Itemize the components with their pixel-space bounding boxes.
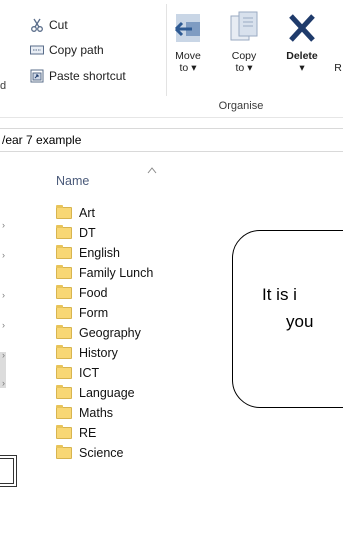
folder-item[interactable]: ICT (56, 363, 153, 383)
organise-group-label: Organise (218, 100, 264, 112)
folder-item[interactable]: Language (56, 383, 153, 403)
folder-label: ICT (79, 366, 100, 380)
overlay-frame (0, 455, 17, 487)
folder-label: Food (79, 286, 108, 300)
nav-expander[interactable]: › (2, 378, 5, 388)
folder-item[interactable]: Family Lunch (56, 263, 153, 283)
folder-item[interactable]: Form (56, 303, 153, 323)
folder-label: English (79, 246, 120, 260)
folder-item[interactable]: History (56, 343, 153, 363)
rename-button-fragment[interactable]: R (333, 62, 343, 74)
folder-icon (56, 305, 72, 319)
ribbon-separator (166, 4, 167, 96)
copy-path-button[interactable]: Copy path (30, 41, 104, 59)
folder-label: Art (79, 206, 95, 220)
copy-to-icon (227, 10, 263, 46)
folder-item[interactable]: Food (56, 283, 153, 303)
folder-label: Language (79, 386, 135, 400)
clipboard-group-label: d (0, 80, 7, 92)
paste-shortcut-label: Paste shortcut (49, 69, 126, 83)
scissors-icon (30, 18, 44, 32)
cut-label: Cut (49, 18, 68, 32)
callout-line-1: It is i (262, 285, 297, 304)
cut-button[interactable]: Cut (30, 16, 68, 34)
address-path: /ear 7 example (2, 133, 82, 147)
folder-item[interactable]: Art (56, 203, 153, 223)
rename-label: R (334, 62, 342, 74)
nav-expander[interactable]: › (2, 250, 5, 260)
ribbon: Cut Copy path Paste shortcut d Move to ▾ (0, 0, 343, 118)
folder-icon (56, 365, 72, 379)
copy-path-label: Copy path (49, 43, 104, 57)
folder-label: Geography (79, 326, 141, 340)
folder-icon (56, 345, 72, 359)
move-to-button[interactable]: Move to ▾ (170, 10, 206, 74)
nav-expander[interactable]: › (2, 290, 5, 300)
folder-item[interactable]: Maths (56, 403, 153, 423)
folder-label: Maths (79, 406, 114, 420)
folder-label: Family Lunch (79, 266, 154, 280)
file-list: Art DT English Family Lunch Food Form Geograph… (56, 203, 153, 463)
move-to-label: Move (175, 50, 201, 62)
delete-icon (284, 10, 320, 46)
name-column-header[interactable]: Name (56, 174, 89, 188)
folder-icon (56, 325, 72, 339)
folder-item[interactable]: English (56, 243, 153, 263)
folder-item[interactable]: DT (56, 223, 153, 243)
move-to-icon (170, 10, 206, 46)
callout-line-2: you (286, 312, 314, 331)
delete-label: Delete (286, 50, 318, 62)
paste-shortcut-button[interactable]: Paste shortcut (30, 67, 126, 85)
folder-item[interactable]: Science (56, 443, 153, 463)
folder-icon (56, 265, 72, 279)
folder-icon (56, 405, 72, 419)
delete-button[interactable]: Delete ▾ (282, 10, 322, 74)
copy-to-label: Copy (231, 50, 257, 62)
copy-to-sub: to ▾ (235, 62, 253, 74)
nav-expander[interactable]: › (2, 220, 5, 230)
copy-path-icon (30, 43, 44, 57)
folder-label: RE (79, 426, 97, 440)
folder-icon (56, 285, 72, 299)
nav-expander[interactable]: › (2, 320, 5, 330)
folder-item[interactable]: RE (56, 423, 153, 443)
paste-shortcut-icon (30, 69, 44, 83)
folder-icon (56, 385, 72, 399)
folder-label: Form (79, 306, 109, 320)
sort-ascending-icon (147, 167, 157, 174)
nav-expander[interactable]: › (2, 350, 5, 360)
folder-icon (56, 245, 72, 259)
folder-icon (56, 425, 72, 439)
callout-text: It is i you (262, 281, 343, 335)
folder-icon (56, 225, 72, 239)
delete-sub: ▾ (299, 62, 305, 74)
file-explorer-window: Cut Copy path Paste shortcut d Move to ▾ (0, 0, 343, 541)
folder-icon (56, 445, 72, 459)
folder-item[interactable]: Geography (56, 323, 153, 343)
folder-label: History (79, 346, 118, 360)
ribbon-divider (0, 117, 343, 118)
folder-label: Science (79, 446, 124, 460)
folder-icon (56, 205, 72, 219)
address-bar[interactable]: /ear 7 example (0, 128, 343, 152)
copy-to-button[interactable]: Copy to ▾ (227, 10, 261, 74)
move-to-sub: to ▾ (179, 62, 197, 74)
folder-label: DT (79, 226, 96, 240)
